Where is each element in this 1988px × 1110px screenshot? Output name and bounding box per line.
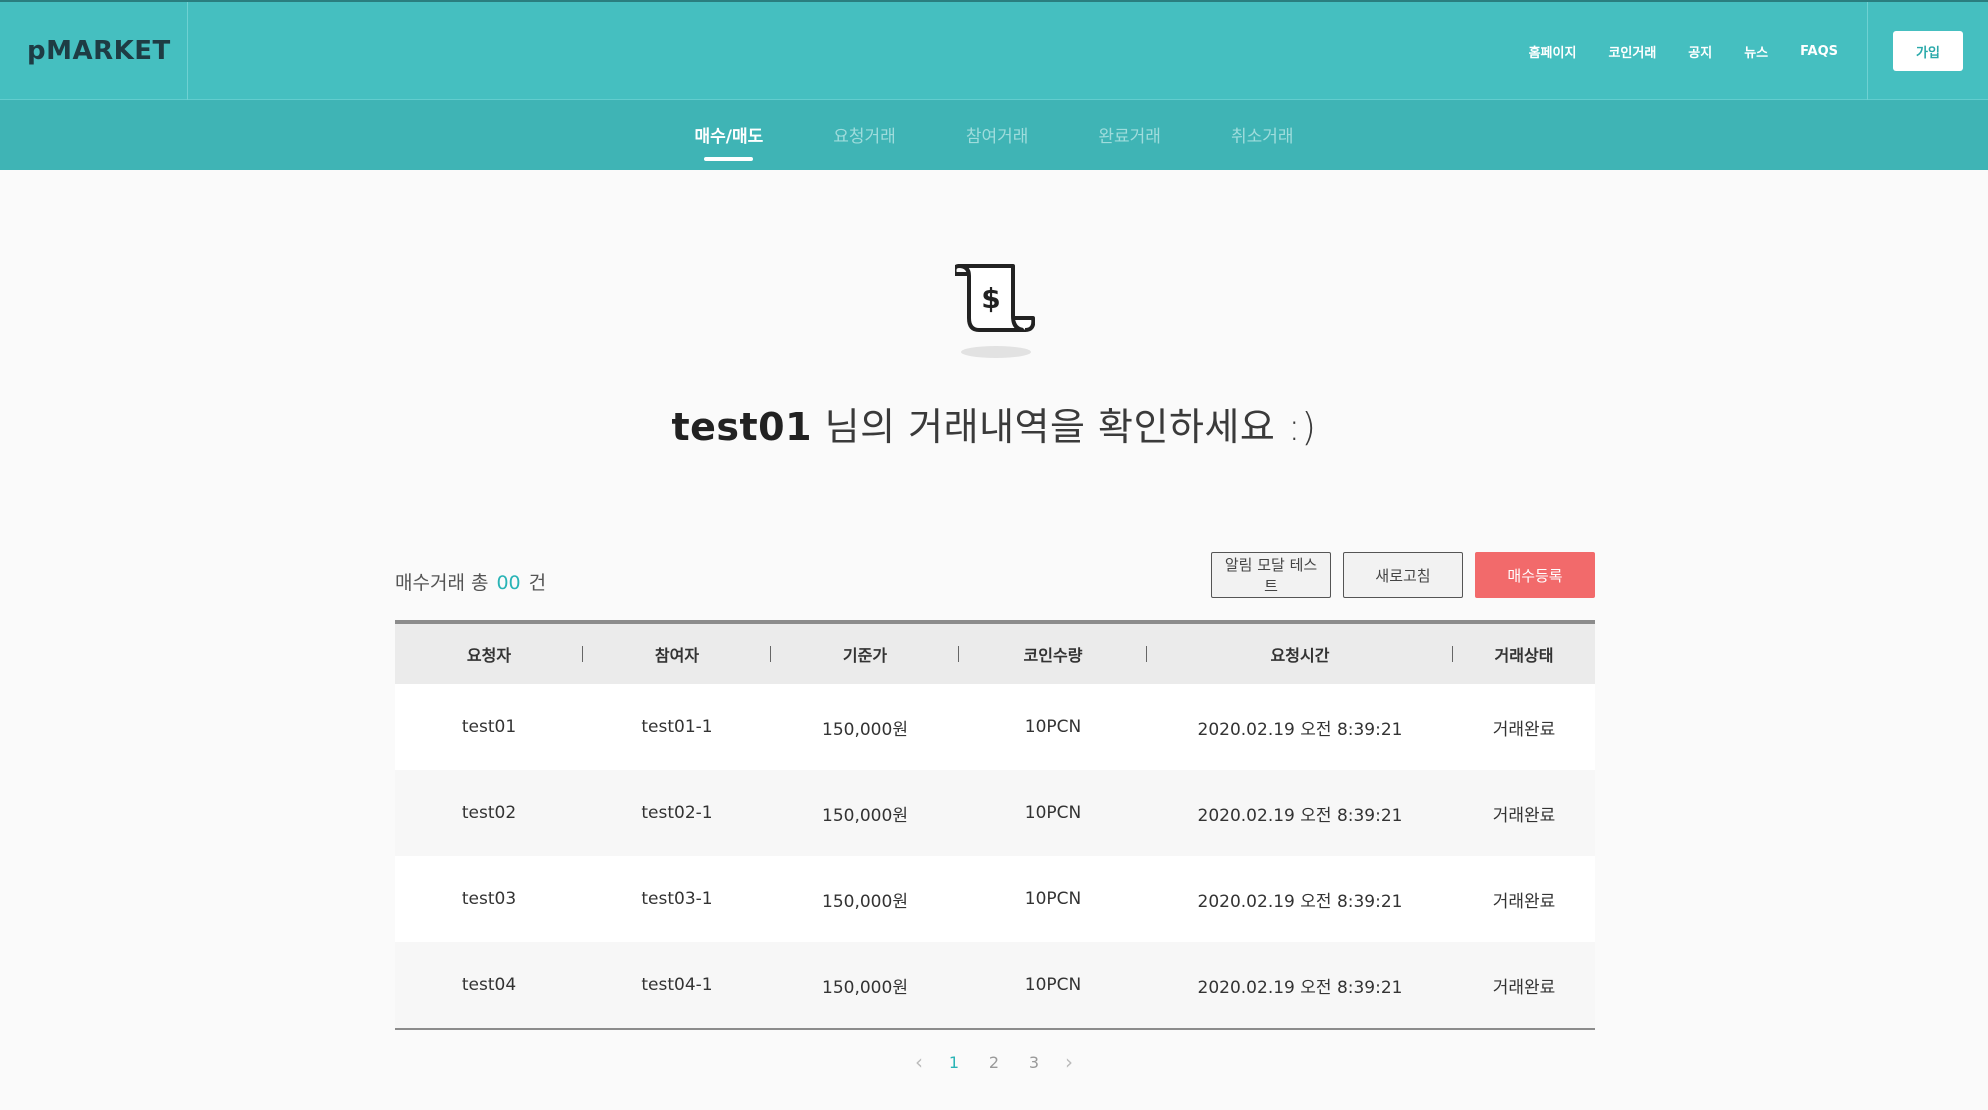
- cell-requester: test01: [461, 717, 517, 737]
- column-header-base-price: 기준가: [771, 642, 959, 666]
- trade-count-unit: 건: [528, 572, 547, 594]
- cell-participant: test04-1: [641, 975, 713, 995]
- table-row[interactable]: test01 test01-1 150,000원 10PCN 2020.02.1…: [395, 684, 1595, 770]
- tab-canceled-trades[interactable]: 취소거래: [1231, 122, 1294, 149]
- cell-participant: test01-1: [641, 717, 713, 737]
- cell-participant: test03-1: [641, 889, 713, 909]
- nav-faqs[interactable]: FAQS: [1800, 44, 1838, 59]
- cell-base-price: 150,000원: [822, 805, 908, 826]
- cell-base-price: 150,000원: [822, 977, 908, 998]
- cell-participant: test02-1: [641, 803, 713, 823]
- column-header-status: 거래상태: [1453, 642, 1595, 666]
- icon-shadow: [961, 346, 1031, 358]
- column-header-label: 기준가: [842, 646, 888, 665]
- receipt-dollar-icon: $: [955, 264, 1035, 332]
- chevron-left-icon[interactable]: ‹: [915, 1050, 923, 1074]
- nav-coin-trade[interactable]: 코인거래: [1608, 42, 1656, 61]
- column-header-label: 거래상태: [1494, 646, 1554, 665]
- nav-news[interactable]: 뉴스: [1744, 42, 1768, 61]
- chevron-right-icon[interactable]: ›: [1065, 1050, 1073, 1074]
- join-button[interactable]: 가입: [1893, 31, 1963, 71]
- cell-request-time: 2020.02.19 오전 8:39:21: [1197, 891, 1403, 912]
- main-nav: 홈페이지 코인거래 공지 뉴스 FAQS: [1529, 2, 1838, 100]
- cell-coin-amount: 10PCN: [1024, 889, 1082, 909]
- cell-request-time: 2020.02.19 오전 8:39:21: [1197, 977, 1403, 998]
- table-toolbar: 매수거래 총 00 건 알림 모달 테스트 새로고침 매수등록: [395, 552, 1595, 600]
- svg-text:$: $: [981, 282, 1000, 315]
- logo-container: pMARKET: [0, 2, 188, 100]
- tab-completed-trades[interactable]: 완료거래: [1098, 122, 1161, 149]
- cell-request-time: 2020.02.19 오전 8:39:21: [1197, 719, 1403, 740]
- trade-count-label: 매수거래 총: [395, 572, 489, 594]
- cell-status: 거래완료: [1492, 805, 1556, 826]
- cell-request-time: 2020.02.19 오전 8:39:21: [1197, 805, 1403, 826]
- tab-buy-sell[interactable]: 매수/매도: [694, 122, 763, 161]
- page-3[interactable]: 3: [1025, 1053, 1043, 1072]
- username: test01: [671, 405, 813, 449]
- cell-base-price: 150,000원: [822, 891, 908, 912]
- tab-requested-trades[interactable]: 요청거래: [833, 122, 896, 149]
- trade-table: 요청자 참여자 기준가 코인수량 요청시간 거래상태 test01 test01…: [395, 620, 1595, 1030]
- table-row[interactable]: test03 test03-1 150,000원 10PCN 2020.02.1…: [395, 856, 1595, 942]
- cell-status: 거래완료: [1492, 719, 1556, 740]
- table-row[interactable]: test02 test02-1 150,000원 10PCN 2020.02.1…: [395, 770, 1595, 856]
- title-message: 님의 거래내역을 확인하세요 :): [824, 405, 1317, 449]
- column-header-label: 요청자: [466, 646, 512, 665]
- column-header-request-time: 요청시간: [1147, 642, 1453, 666]
- cell-requester: test02: [461, 803, 517, 823]
- logo[interactable]: pMARKET: [27, 36, 171, 66]
- table-row[interactable]: test04 test04-1 150,000원 10PCN 2020.02.1…: [395, 942, 1595, 1028]
- nav-notice[interactable]: 공지: [1688, 42, 1712, 61]
- cell-requester: test04: [461, 975, 517, 995]
- sub-nav: 매수/매도 요청거래 참여거래 완료거래 취소거래: [0, 100, 1988, 170]
- cell-coin-amount: 10PCN: [1024, 803, 1082, 823]
- cell-requester: test03: [461, 889, 517, 909]
- page-title: test01 님의 거래내역을 확인하세요 :): [0, 396, 1988, 451]
- pagination: ‹ 1 2 3 ›: [0, 1050, 1988, 1074]
- cell-base-price: 150,000원: [822, 719, 908, 740]
- cell-coin-amount: 10PCN: [1024, 717, 1082, 737]
- refresh-button[interactable]: 새로고침: [1343, 552, 1463, 598]
- trade-count-value: 00: [496, 572, 521, 594]
- tab-joined-trades[interactable]: 참여거래: [966, 122, 1029, 149]
- cell-status: 거래완료: [1492, 891, 1556, 912]
- table-header: 요청자 참여자 기준가 코인수량 요청시간 거래상태: [395, 624, 1595, 684]
- top-header: pMARKET 홈페이지 코인거래 공지 뉴스 FAQS 가입: [0, 0, 1988, 100]
- page-1[interactable]: 1: [945, 1053, 963, 1072]
- hero: $ test01 님의 거래내역을 확인하세요 :): [0, 170, 1988, 520]
- column-header-label: 요청시간: [1270, 646, 1330, 665]
- column-header-label: 코인수량: [1023, 646, 1083, 665]
- trade-count: 매수거래 총 00 건: [395, 568, 546, 595]
- column-header-requester: 요청자: [395, 642, 583, 666]
- column-header-participant: 참여자: [583, 642, 771, 666]
- alert-modal-test-button[interactable]: 알림 모달 테스트: [1211, 552, 1331, 598]
- nav-homepage[interactable]: 홈페이지: [1529, 42, 1577, 61]
- column-header-coin-amount: 코인수량: [959, 642, 1147, 666]
- page-2[interactable]: 2: [985, 1053, 1003, 1072]
- cell-status: 거래완료: [1492, 977, 1556, 998]
- cell-coin-amount: 10PCN: [1024, 975, 1082, 995]
- buy-register-button[interactable]: 매수등록: [1475, 552, 1595, 598]
- join-container: 가입: [1867, 2, 1988, 100]
- column-header-label: 참여자: [654, 646, 700, 665]
